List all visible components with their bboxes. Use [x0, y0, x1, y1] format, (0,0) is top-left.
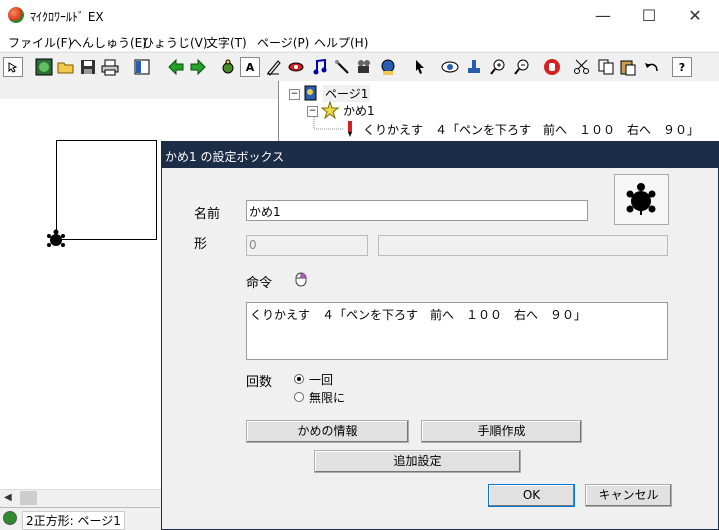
- forward-arrow-icon[interactable]: [188, 57, 208, 77]
- command-textarea[interactable]: くりかえす ４「ペンを下ろす 前へ １００ 右へ ９０」: [246, 302, 668, 360]
- minimize-button[interactable]: —: [580, 0, 626, 31]
- app-icon: [8, 7, 24, 23]
- procedure-button[interactable]: 手順作成: [421, 420, 582, 443]
- tool-icon[interactable]: [332, 57, 352, 77]
- tree-expand-page[interactable]: −: [289, 89, 300, 100]
- ok-button[interactable]: OK: [488, 484, 575, 507]
- menu-help[interactable]: ヘルプ(H): [314, 34, 368, 51]
- window-title: ﾏｲｸﾛﾜｰﾙﾄﾞ EX: [30, 10, 104, 24]
- maximize-button[interactable]: ☐: [626, 0, 672, 31]
- count-once-radio[interactable]: [294, 374, 304, 384]
- shape-name-field: [378, 235, 668, 256]
- count-once-label[interactable]: 一回: [309, 371, 333, 388]
- dialog-title: かめ1 の設定ボックス: [161, 141, 719, 168]
- turtle-preview-icon: [626, 183, 656, 215]
- scroll-left-icon[interactable]: ◀: [4, 492, 12, 503]
- cut-icon[interactable]: [572, 57, 592, 77]
- copy-icon[interactable]: [596, 57, 616, 77]
- music-note-icon[interactable]: [310, 57, 330, 77]
- canvas-header-band: [0, 81, 278, 99]
- menu-edit[interactable]: へんしゅう(E): [70, 34, 147, 51]
- object-tree: − ページ1 − かめ1 くりかえす ４「ペンを下ろす 前へ １００ 右へ ９０…: [278, 81, 719, 141]
- globe-user-icon[interactable]: [378, 57, 398, 77]
- menu-text[interactable]: 文字(T): [206, 34, 247, 51]
- zoom-in-icon[interactable]: [488, 57, 508, 77]
- page-icon: [304, 85, 317, 101]
- scroll-thumb[interactable]: [20, 491, 37, 505]
- menu-view[interactable]: ひょうじ(V): [142, 34, 208, 51]
- turtle-sprite-icon[interactable]: [46, 229, 66, 249]
- tree-item-turtle[interactable]: かめ1: [343, 102, 375, 119]
- stop-hand-icon[interactable]: [542, 57, 562, 77]
- shape-label: 形: [194, 237, 208, 252]
- tree-item-page[interactable]: ページ1: [323, 85, 371, 102]
- view-eye-icon[interactable]: [440, 57, 460, 77]
- turtle-icon[interactable]: [218, 57, 238, 77]
- turtle-info-button[interactable]: かめの情報: [246, 420, 409, 443]
- command-pen-icon: [348, 121, 352, 137]
- help-icon[interactable]: ?: [672, 57, 692, 77]
- print-icon[interactable]: [100, 57, 120, 77]
- pointer-icon[interactable]: [410, 57, 430, 77]
- tree-expand-turtle[interactable]: −: [307, 106, 318, 117]
- open-folder-icon[interactable]: [56, 57, 76, 77]
- name-input[interactable]: かめ1: [246, 200, 588, 221]
- count-label: 回数: [246, 375, 273, 390]
- text-tool-icon[interactable]: A: [240, 57, 260, 77]
- command-label: 命令: [246, 276, 273, 291]
- toolbar: A ?: [0, 52, 719, 80]
- extra-settings-button[interactable]: 追加設定: [314, 450, 521, 473]
- paste-icon[interactable]: [618, 57, 638, 77]
- tree-connector-lines: [313, 117, 343, 130]
- undo-icon[interactable]: [642, 57, 662, 77]
- drawn-square: [56, 140, 157, 240]
- menu-file[interactable]: ファイル(F): [8, 34, 72, 51]
- mouse-icon: [295, 272, 307, 287]
- tree-item-command[interactable]: くりかえす ４「ペンを下ろす 前へ １００ 右へ ９０」: [363, 121, 699, 138]
- zoom-out-icon[interactable]: [512, 57, 532, 77]
- menu-page[interactable]: ページ(P): [257, 34, 309, 51]
- stamp-icon[interactable]: [464, 57, 484, 77]
- menu-bar: ファイル(F) へんしゅう(E) ひょうじ(V) 文字(T) ページ(P) ヘル…: [0, 31, 719, 51]
- save-icon[interactable]: [78, 57, 98, 77]
- pen-icon[interactable]: [264, 57, 284, 77]
- count-infinite-label[interactable]: 無限に: [309, 389, 345, 406]
- close-button[interactable]: ✕: [672, 0, 718, 31]
- turtle-preview: [614, 174, 669, 225]
- eye-shape-icon[interactable]: [286, 57, 306, 77]
- cancel-button[interactable]: キャンセル: [585, 484, 672, 507]
- count-infinite-radio[interactable]: [294, 392, 304, 402]
- name-label: 名前: [194, 207, 221, 222]
- shape-number-field: 0: [246, 235, 368, 256]
- status-text: 2正方形: ページ1: [22, 511, 125, 530]
- layout-icon[interactable]: [132, 57, 152, 77]
- status-globe-icon: [3, 511, 17, 525]
- select-arrow-icon[interactable]: [3, 57, 23, 77]
- movie-camera-icon[interactable]: [354, 57, 374, 77]
- new-world-icon[interactable]: [34, 57, 54, 77]
- back-arrow-icon[interactable]: [166, 57, 186, 77]
